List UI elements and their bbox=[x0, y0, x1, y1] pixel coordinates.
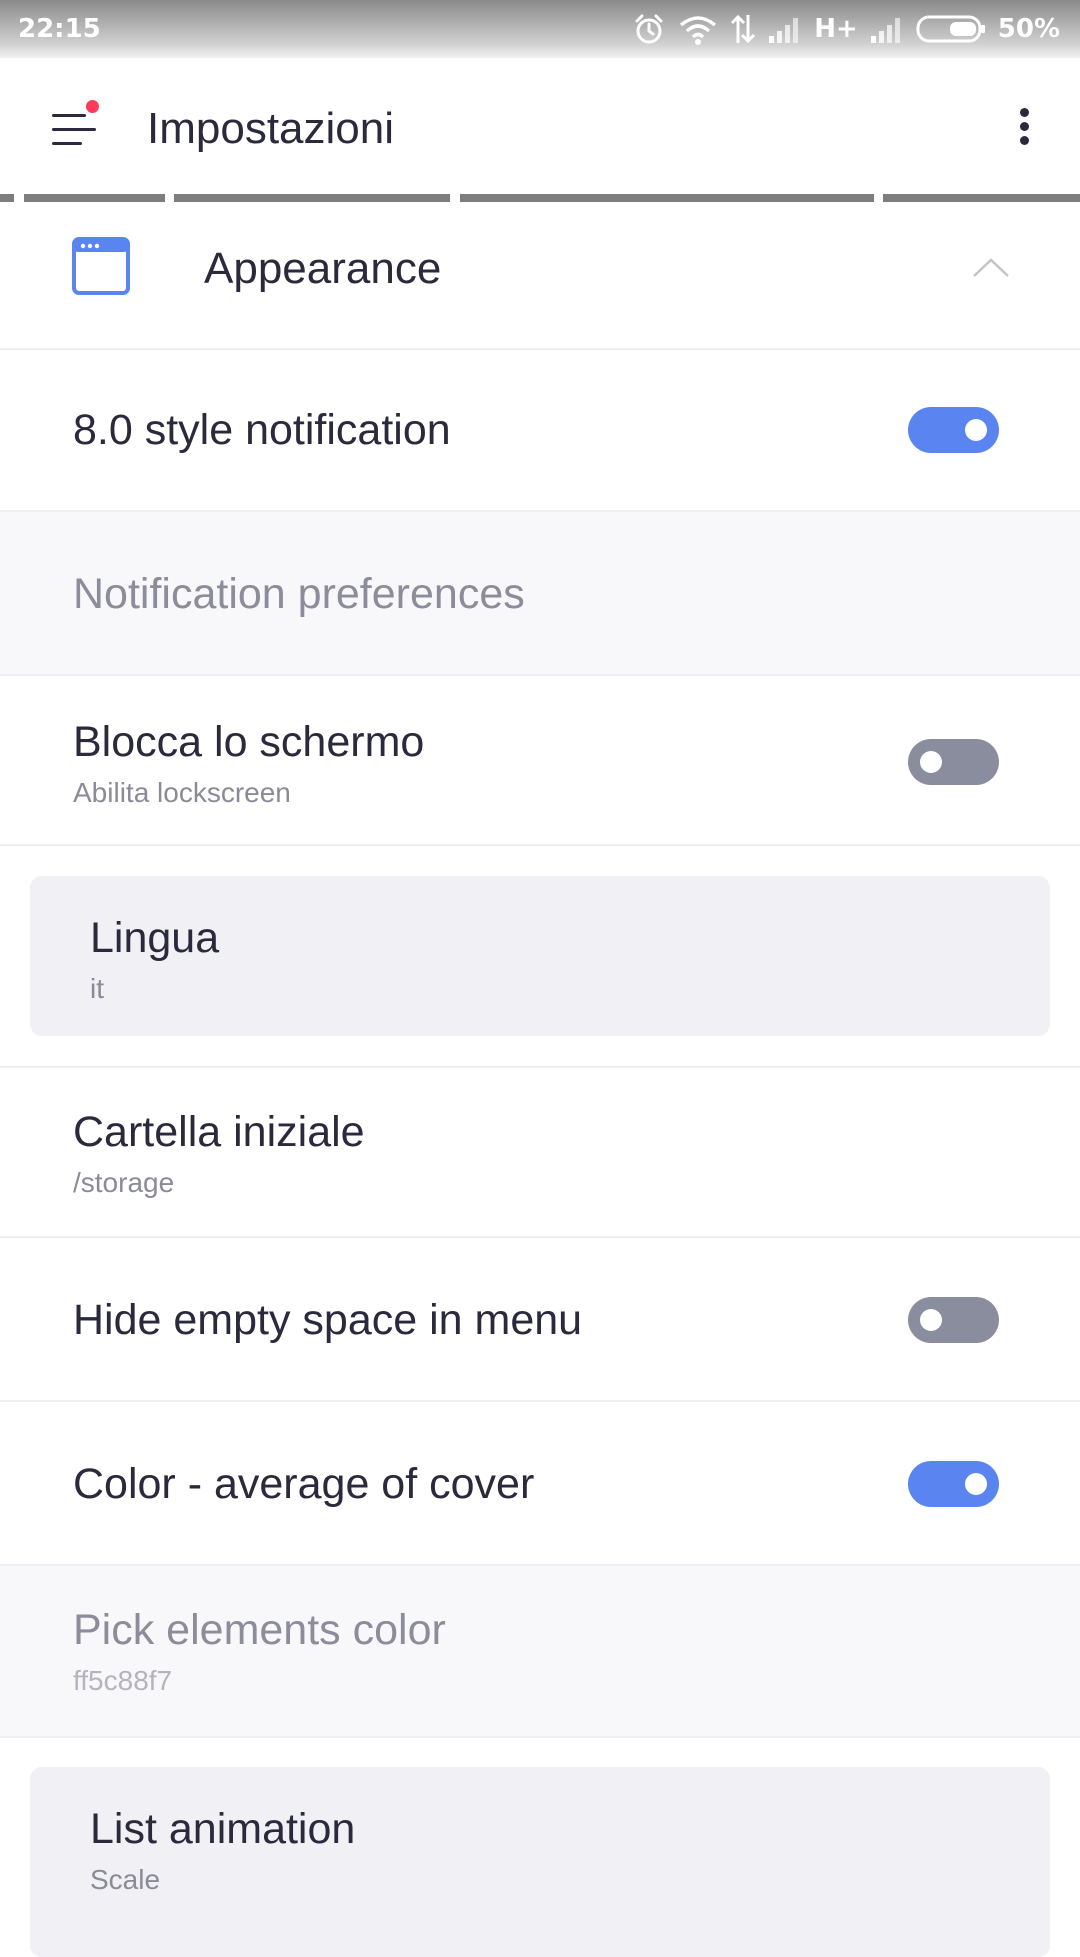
tab-indicator-strip bbox=[0, 194, 1080, 204]
setting-row-hide-empty-space[interactable]: Hide empty space in menu bbox=[0, 1238, 1080, 1402]
setting-row-pick-color[interactable]: Pick elements color ff5c88f7 bbox=[0, 1566, 1080, 1738]
toggle-switch[interactable] bbox=[908, 1461, 999, 1507]
setting-value: ff5c88f7 bbox=[73, 1665, 173, 1696]
setting-row-start-folder[interactable]: Cartella iniziale /storage bbox=[0, 1068, 1080, 1238]
toggle-switch[interactable] bbox=[908, 407, 999, 453]
battery-percentage: 50% bbox=[997, 14, 1060, 44]
section-title: Appearance bbox=[204, 244, 442, 293]
more-vertical-icon[interactable] bbox=[1010, 102, 1040, 152]
setting-row-lockscreen[interactable]: Blocca lo schermo Abilita lockscreen bbox=[0, 676, 1080, 846]
setting-title: Blocca lo schermo bbox=[73, 718, 425, 766]
setting-row-language-wrapper: Lingua it bbox=[0, 846, 1080, 1068]
tab-indicator[interactable] bbox=[460, 194, 874, 202]
signal-icon bbox=[870, 14, 904, 44]
chevron-up-icon[interactable] bbox=[972, 256, 1010, 283]
setting-row-notification-preferences[interactable]: Notification preferences bbox=[0, 512, 1080, 676]
setting-title: Color - average of cover bbox=[73, 1460, 535, 1508]
tab-indicator[interactable] bbox=[174, 194, 450, 202]
setting-title: List animation bbox=[90, 1805, 356, 1853]
setting-title: Notification preferences bbox=[73, 570, 525, 618]
status-bar: 22:15 H+ 50% bbox=[0, 0, 1080, 58]
setting-title: 8.0 style notification bbox=[73, 406, 451, 454]
setting-title: Pick elements color bbox=[73, 1606, 446, 1654]
setting-title: Cartella iniziale bbox=[73, 1108, 365, 1156]
toggle-switch[interactable] bbox=[908, 1297, 999, 1343]
setting-title: Hide empty space in menu bbox=[73, 1296, 583, 1344]
setting-value: Scale bbox=[90, 1864, 161, 1895]
page-title: Impostazioni bbox=[147, 104, 395, 153]
setting-row-list-animation[interactable]: List animation Scale bbox=[30, 1767, 1050, 1957]
tab-indicator[interactable] bbox=[24, 194, 165, 202]
setting-row-style-notification[interactable]: 8.0 style notification bbox=[0, 348, 1080, 512]
browser-window-icon bbox=[72, 237, 130, 300]
status-time: 22:15 bbox=[18, 14, 101, 44]
network-type: H+ bbox=[814, 14, 858, 44]
app-bar: Impostazioni bbox=[0, 58, 1080, 198]
status-icons: H+ 50% bbox=[632, 8, 1060, 50]
wifi-icon bbox=[678, 13, 718, 45]
alarm-icon bbox=[632, 12, 666, 46]
setting-row-color-average[interactable]: Color - average of cover bbox=[0, 1402, 1080, 1566]
setting-row-language[interactable]: Lingua it bbox=[30, 876, 1050, 1036]
toggle-switch[interactable] bbox=[908, 739, 999, 785]
notification-badge bbox=[86, 100, 99, 113]
section-header-appearance[interactable]: Appearance bbox=[0, 204, 1080, 350]
tab-indicator[interactable] bbox=[0, 194, 14, 202]
battery-icon bbox=[916, 14, 986, 44]
tab-indicator[interactable] bbox=[883, 194, 1080, 202]
setting-value: it bbox=[90, 973, 104, 1004]
signal-icon bbox=[768, 14, 802, 44]
data-transfer-icon bbox=[730, 13, 756, 45]
hamburger-menu-icon[interactable] bbox=[42, 100, 102, 160]
setting-title: Lingua bbox=[90, 914, 220, 962]
setting-value: /storage bbox=[73, 1167, 175, 1198]
setting-subtitle: Abilita lockscreen bbox=[73, 777, 291, 808]
